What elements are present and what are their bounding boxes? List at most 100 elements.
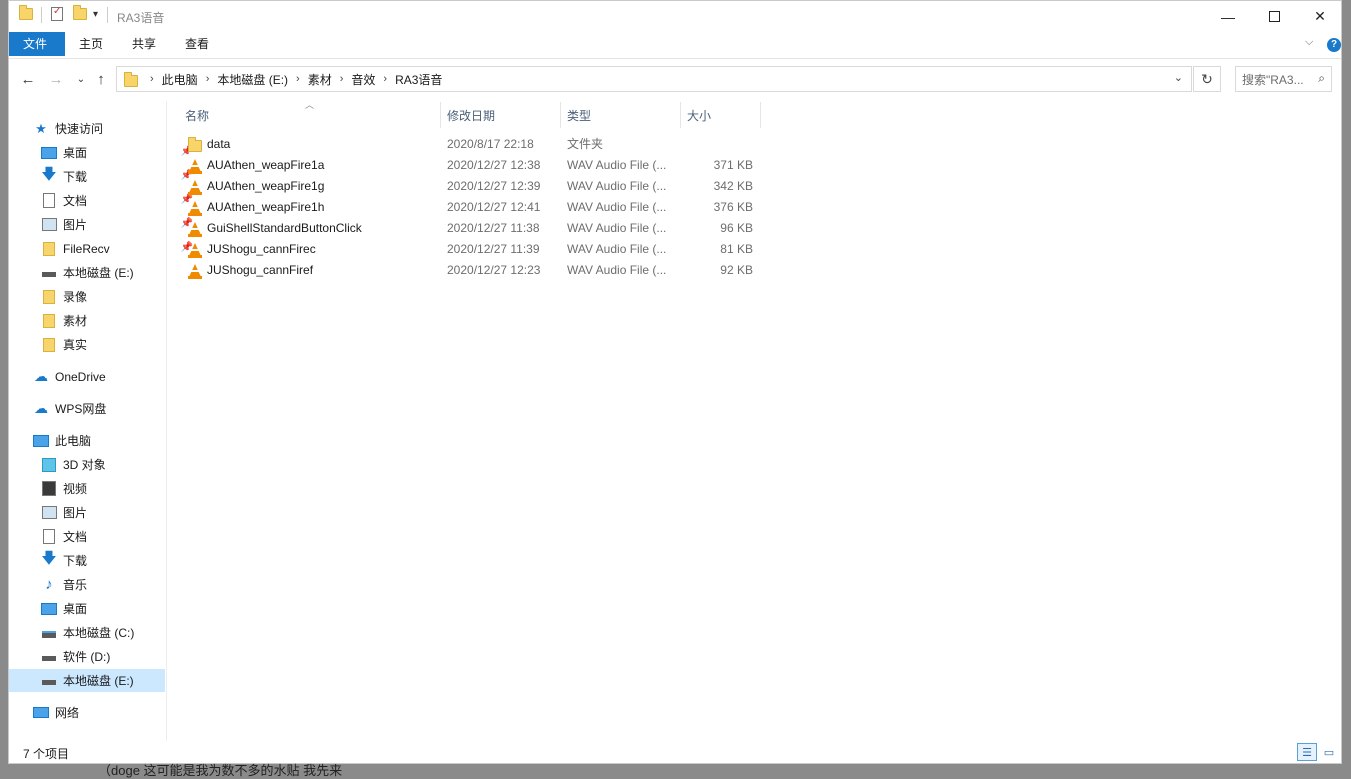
- tab-file[interactable]: 文件: [9, 32, 65, 56]
- file-row[interactable]: AUAthen_weapFire1h 2020/12/27 12:41 WAV Au…: [181, 197, 761, 218]
- sidebar-item-drive-d[interactable]: 软件 (D:): [9, 645, 197, 668]
- file-date: 2020/12/27 11:39: [447, 242, 540, 256]
- breadcrumb-separator[interactable]: ›: [336, 73, 348, 85]
- sidebar-item-label: 图片: [63, 506, 88, 520]
- file-row[interactable]: GuiShellStandardButtonClick 2020/12/27 11…: [181, 218, 761, 239]
- sidebar-item-label: WPS网盘: [55, 402, 107, 416]
- navigation-pane: ★ 快速访问 桌面 📌 🡇 下载 📌 文档 📌 图片 📌 FileRecv 📌: [9, 101, 193, 720]
- sidebar-network[interactable]: 网络: [9, 701, 189, 724]
- help-icon[interactable]: ?: [1327, 38, 1341, 52]
- sidebar-item-downloads-pc[interactable]: 🡇 下载: [9, 549, 197, 572]
- tab-view[interactable]: 查看: [171, 32, 223, 56]
- details-view-icon: ☰: [1302, 746, 1312, 759]
- cloud-outline-icon: ☁: [34, 400, 48, 416]
- sidebar-item-videos[interactable]: 视频: [9, 477, 197, 500]
- desktop-icon: [41, 602, 57, 616]
- sidebar-item-real[interactable]: 真实: [9, 333, 197, 356]
- sidebar-quick-access[interactable]: ★ 快速访问: [9, 117, 189, 140]
- file-name: JUShogu_cannFiref: [207, 263, 314, 277]
- sidebar-item-recordings[interactable]: 录像: [9, 285, 197, 308]
- properties-icon[interactable]: ✓: [51, 6, 63, 21]
- sidebar-onedrive[interactable]: ☁ OneDrive: [9, 365, 189, 388]
- sidebar-item-label: 图片: [63, 218, 88, 232]
- breadcrumb-separator[interactable]: ›: [146, 73, 158, 85]
- sidebar-item-label: 网络: [55, 706, 80, 720]
- search-input[interactable]: 搜索"RA3... ⌕: [1235, 66, 1332, 92]
- new-folder-icon[interactable]: [73, 5, 87, 20]
- breadcrumb-separator[interactable]: ›: [292, 73, 304, 85]
- pane-divider[interactable]: [166, 101, 167, 741]
- sidebar-item-filerecv[interactable]: FileRecv 📌: [9, 237, 197, 260]
- breadcrumb-drive-e[interactable]: 本地磁盘 (E:): [213, 71, 292, 88]
- sidebar-item-label: 录像: [63, 290, 88, 304]
- breadcrumb-sound-effects[interactable]: 音效: [347, 71, 379, 88]
- title-divider: [107, 7, 108, 23]
- quick-access-folder-icon[interactable]: [19, 5, 33, 20]
- column-header-size[interactable]: 大小: [681, 102, 761, 128]
- sidebar-item-3d-objects[interactable]: 3D 对象: [9, 453, 197, 476]
- sidebar-item-label: 本地磁盘 (E:): [63, 266, 134, 280]
- title-bar: ✓ ▾ RA3语音 — ✕: [9, 1, 1341, 32]
- expand-ribbon-chevron-icon[interactable]: ⌵: [1305, 36, 1313, 49]
- sidebar-item-desktop-pc[interactable]: 桌面: [9, 597, 197, 620]
- large-icons-view-button[interactable]: ▭: [1319, 743, 1339, 761]
- breadcrumb-material[interactable]: 素材: [304, 71, 336, 88]
- file-row[interactable]: JUShogu_cannFiref 2020/12/27 12:23 WAV Aud…: [181, 260, 761, 281]
- sidebar-item-pictures-pc[interactable]: 图片: [9, 501, 197, 524]
- sidebar-item-drive-e-quick[interactable]: 本地磁盘 (E:): [9, 261, 197, 284]
- navigation-bar: ← → ⌄ ↑ › 此电脑 › 本地磁盘 (E:) › 素材 › 音效 › RA…: [9, 63, 1341, 95]
- sidebar-wps[interactable]: ☁ WPS网盘: [9, 397, 189, 420]
- file-row[interactable]: AUAthen_weapFire1g 2020/12/27 12:39 WAV Au…: [181, 176, 761, 197]
- sidebar-item-music[interactable]: ♪ 音乐: [9, 573, 197, 596]
- breadcrumb-separator[interactable]: ›: [379, 73, 391, 85]
- address-dropdown-chevron-icon[interactable]: ⌄: [1174, 71, 1183, 84]
- refresh-icon: ↻: [1201, 70, 1213, 87]
- toolbar-divider: [41, 7, 42, 23]
- file-name: GuiShellStandardButtonClick: [207, 221, 362, 235]
- column-header-type[interactable]: 类型: [561, 102, 681, 128]
- column-header-name[interactable]: 名称: [179, 102, 441, 128]
- file-row[interactable]: JUShogu_cannFirec 2020/12/27 11:39 WAV Aud…: [181, 239, 761, 260]
- sidebar-item-material[interactable]: 素材: [9, 309, 197, 332]
- sidebar-item-label: 此电脑: [55, 434, 92, 448]
- tab-share[interactable]: 共享: [118, 32, 170, 56]
- sidebar-this-pc[interactable]: 此电脑: [9, 429, 189, 452]
- file-row[interactable]: AUAthen_weapFire1a 2020/12/27 12:38 WAV Au…: [181, 155, 761, 176]
- customize-toolbar-chevron-icon[interactable]: ▾: [93, 9, 98, 20]
- details-view-button[interactable]: ☰: [1297, 743, 1317, 761]
- tab-home[interactable]: 主页: [65, 32, 117, 56]
- maximize-button[interactable]: [1251, 1, 1297, 32]
- sidebar-item-desktop[interactable]: 桌面 📌: [9, 141, 197, 164]
- sidebar-item-label: 下载: [63, 554, 88, 568]
- sidebar-item-drive-c[interactable]: 本地磁盘 (C:): [9, 621, 197, 644]
- recent-locations-chevron-icon[interactable]: ⌄: [71, 69, 91, 89]
- file-row[interactable]: data 2020/8/17 22:18 文件夹: [181, 134, 761, 155]
- breadcrumb-this-pc[interactable]: 此电脑: [158, 71, 202, 88]
- address-bar[interactable]: › 此电脑 › 本地磁盘 (E:) › 素材 › 音效 › RA3语音 ⌄: [116, 66, 1192, 92]
- video-icon: [41, 481, 57, 496]
- folder-icon: [41, 289, 57, 304]
- cloud-icon: ☁: [34, 368, 48, 384]
- file-date: 2020/12/27 12:39: [447, 179, 541, 193]
- file-size: [687, 134, 753, 155]
- minimize-button[interactable]: —: [1205, 1, 1251, 32]
- column-header-date[interactable]: 修改日期: [441, 102, 561, 128]
- back-arrow-icon[interactable]: ←: [18, 69, 38, 89]
- file-size: 371 KB: [713, 158, 753, 172]
- sidebar-item-downloads[interactable]: 🡇 下载 📌: [9, 165, 197, 188]
- breadcrumb-separator[interactable]: ›: [202, 73, 214, 85]
- refresh-button[interactable]: ↻: [1193, 66, 1221, 92]
- forward-arrow-icon[interactable]: →: [46, 69, 66, 89]
- sidebar-item-documents[interactable]: 文档 📌: [9, 189, 197, 212]
- file-type: WAV Audio File (...: [567, 242, 667, 256]
- breadcrumb-ra3-voice[interactable]: RA3语音: [391, 71, 446, 88]
- document-icon: [41, 193, 57, 208]
- up-arrow-icon[interactable]: ↑: [91, 69, 111, 89]
- sidebar-item-pictures[interactable]: 图片 📌: [9, 213, 197, 236]
- close-icon: ✕: [1314, 8, 1326, 24]
- document-icon: [41, 529, 57, 544]
- close-button[interactable]: ✕: [1297, 1, 1343, 32]
- sidebar-item-drive-e[interactable]: 本地磁盘 (E:): [9, 669, 165, 692]
- ribbon-tabs: 文件 主页 共享 查看 ⌵ ?: [9, 32, 1341, 59]
- sidebar-item-documents-pc[interactable]: 文档: [9, 525, 197, 548]
